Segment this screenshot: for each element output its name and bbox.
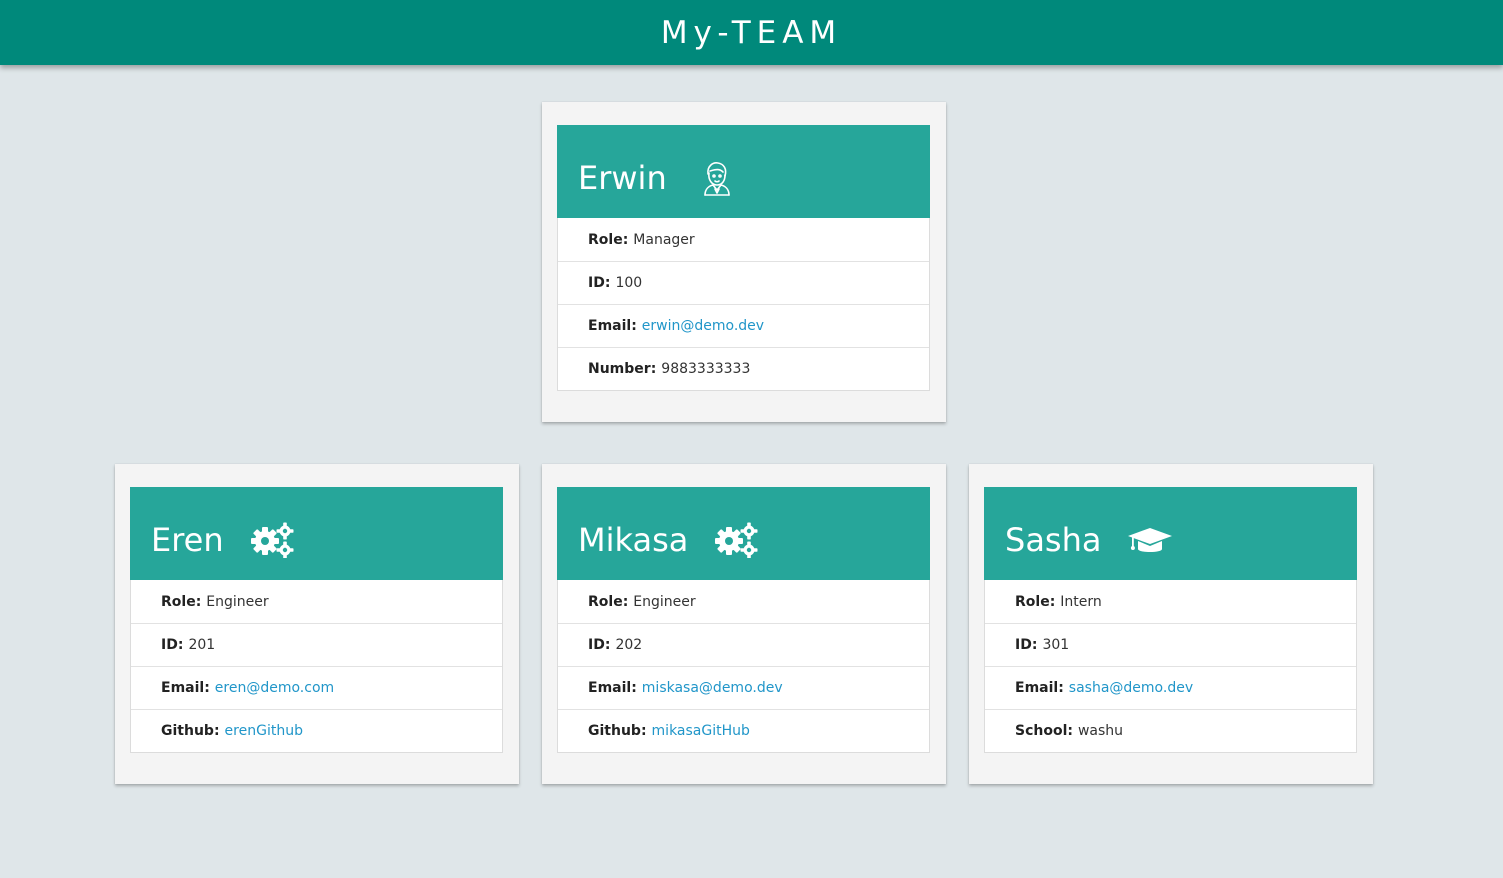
cogs-icon: [250, 520, 296, 560]
list-item: Role: Engineer: [131, 580, 502, 623]
navbar: My-TEAM: [0, 0, 1503, 65]
employee-name: Erwin: [578, 158, 667, 197]
id-value: 301: [1042, 637, 1070, 653]
email-label: Email:: [588, 318, 637, 334]
id-value: 201: [188, 637, 216, 653]
school-label: School:: [1015, 723, 1073, 739]
engineer-card: Eren Role: Engineer ID: 201 Email: eren@…: [115, 464, 519, 784]
card-header: Eren: [130, 487, 503, 580]
employee-name: Eren: [151, 520, 224, 559]
employee-name: Mikasa: [578, 520, 689, 559]
role-label: Role:: [588, 231, 629, 248]
role-value: Manager: [633, 231, 695, 248]
email-link[interactable]: sasha@demo.dev: [1069, 680, 1193, 696]
list-item: ID: 202: [558, 623, 929, 666]
info-list: Role: Engineer ID: 201 Email: eren@demo.…: [130, 580, 503, 753]
graduation-cap-icon: [1127, 520, 1173, 560]
role-label: Role:: [1015, 593, 1056, 610]
list-item: Role: Manager: [558, 218, 929, 261]
list-item: ID: 301: [985, 623, 1356, 666]
email-link[interactable]: erwin@demo.dev: [642, 318, 764, 334]
id-label: ID:: [1015, 637, 1038, 653]
github-label: Github:: [161, 723, 220, 739]
role-value: Engineer: [633, 593, 696, 610]
id-value: 202: [615, 637, 643, 653]
list-item: School: washu: [985, 709, 1356, 752]
list-item: Email: miskasa@demo.dev: [558, 666, 929, 709]
list-item: Github: erenGithub: [131, 709, 502, 752]
github-link[interactable]: mikasaGitHub: [652, 723, 750, 739]
list-item: Github: mikasaGitHub: [558, 709, 929, 752]
number-value: 9883333333: [661, 361, 751, 377]
intern-card: Sasha Role: Intern ID: 301 Email: sasha@…: [969, 464, 1373, 784]
id-label: ID:: [588, 637, 611, 653]
list-item: Role: Intern: [985, 580, 1356, 623]
page-title: My-TEAM: [660, 14, 843, 51]
info-list: Role: Engineer ID: 202 Email: miskasa@de…: [557, 580, 930, 753]
list-item: ID: 201: [131, 623, 502, 666]
github-label: Github:: [588, 723, 647, 739]
list-item: Number: 9883333333: [558, 347, 929, 390]
github-link[interactable]: erenGithub: [225, 723, 303, 739]
list-item: Email: sasha@demo.dev: [985, 666, 1356, 709]
email-label: Email:: [588, 680, 637, 696]
info-list: Role: Intern ID: 301 Email: sasha@demo.d…: [984, 580, 1357, 753]
email-link[interactable]: miskasa@demo.dev: [642, 680, 783, 696]
email-label: Email:: [1015, 680, 1064, 696]
id-label: ID:: [161, 637, 184, 653]
card-header: Erwin: [557, 125, 930, 218]
manager-card: Erwin Role: Manager ID: 100 Email: erwin…: [542, 102, 946, 422]
list-item: ID: 100: [558, 261, 929, 304]
info-list: Role: Manager ID: 100 Email: erwin@demo.…: [557, 218, 930, 391]
user-tie-icon: [693, 158, 739, 198]
role-label: Role:: [588, 593, 629, 610]
id-label: ID:: [588, 275, 611, 291]
engineer-card: Mikasa Role: Engineer ID: 202 Email: mis…: [542, 464, 946, 784]
card-header: Sasha: [984, 487, 1357, 580]
card-header: Mikasa: [557, 487, 930, 580]
number-label: Number:: [588, 361, 657, 377]
list-item: Email: eren@demo.com: [131, 666, 502, 709]
role-label: Role:: [161, 593, 202, 610]
email-link[interactable]: eren@demo.com: [215, 680, 334, 696]
employee-name: Sasha: [1005, 520, 1102, 559]
role-value: Engineer: [206, 593, 269, 610]
list-item: Role: Engineer: [558, 580, 929, 623]
role-value: Intern: [1060, 593, 1102, 610]
list-item: Email: erwin@demo.dev: [558, 304, 929, 347]
school-value: washu: [1077, 723, 1124, 739]
email-label: Email:: [161, 680, 210, 696]
id-value: 100: [615, 275, 643, 291]
cogs-icon: [714, 520, 760, 560]
